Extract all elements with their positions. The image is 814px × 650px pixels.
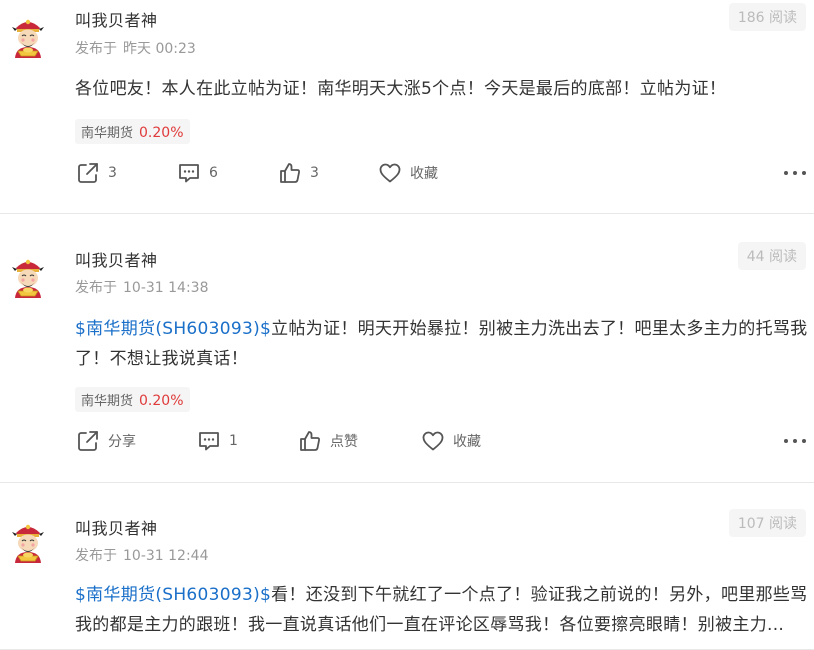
post-meta: 发布于 10-31 12:44 (75, 545, 208, 565)
comment-count: 1 (229, 433, 238, 449)
read-count-badge: 44 阅读 (737, 242, 806, 270)
share-icon (76, 161, 100, 185)
like-button[interactable]: 3 (278, 158, 319, 188)
avatar[interactable] (6, 14, 50, 58)
heart-icon (421, 429, 445, 453)
comment-icon (197, 429, 221, 453)
post-time: 10-31 14:38 (123, 280, 209, 296)
like-icon (278, 161, 302, 185)
post-time: 10-31 12:44 (123, 548, 209, 564)
stock-link[interactable]: $南华期货(SH603093)$ (75, 585, 271, 605)
author-name[interactable]: 叫我贝者神 (75, 7, 158, 31)
post-time: 昨天 00:23 (123, 41, 196, 57)
stock-tag-change: 0.20% (139, 125, 184, 141)
comment-button[interactable]: 6 (177, 158, 218, 188)
author-name[interactable]: 叫我贝者神 (75, 515, 158, 539)
collect-label: 收藏 (453, 434, 481, 450)
post-card: 叫我贝者神 发布于 10-31 12:44 107 阅读 $南华期货(SH6030… (0, 483, 814, 650)
published-label: 发布于 (75, 548, 117, 564)
like-button[interactable]: 点赞 (298, 426, 358, 456)
stock-tag-name: 南华期货 (81, 126, 134, 141)
comment-button[interactable]: 1 (197, 426, 238, 456)
post-text: 各位吧友！本人在此立帖为证！南华明天大涨5个点！今天是最后的底部！立帖为证！ (75, 79, 727, 99)
post-content[interactable]: 各位吧友！本人在此立帖为证！南华明天大涨5个点！今天是最后的底部！立帖为证！ (75, 74, 808, 104)
post-card: 叫我贝者神 发布于 昨天 00:23 186 阅读 各位吧友！本人在此立帖为证！南… (0, 0, 814, 214)
share-button[interactable]: 分享 (76, 426, 136, 456)
author-name[interactable]: 叫我贝者神 (75, 247, 158, 271)
post-actions: 3 6 3 收藏 (0, 158, 814, 188)
post-card: 叫我贝者神 发布于 10-31 14:38 44 阅读 $南华期货(SH60309… (0, 214, 814, 483)
comment-count: 6 (209, 165, 218, 181)
published-label: 发布于 (75, 41, 117, 57)
post-meta: 发布于 昨天 00:23 (75, 38, 196, 58)
like-label: 点赞 (330, 434, 358, 450)
stock-tag-name: 南华期货 (81, 394, 134, 409)
read-count-badge: 107 阅读 (728, 509, 806, 537)
post-content[interactable]: $南华期货(SH603093)$看！还没到下午就红了一个点了！验证我之前说的！另… (75, 580, 808, 640)
stock-link[interactable]: $南华期货(SH603093)$ (75, 319, 271, 339)
share-icon (76, 429, 100, 453)
avatar[interactable] (6, 519, 50, 563)
stock-tag[interactable]: 南华期货 0.20% (75, 387, 190, 412)
like-icon (298, 429, 322, 453)
share-count: 3 (108, 165, 117, 181)
share-button[interactable]: 3 (76, 158, 117, 188)
comment-icon (177, 161, 201, 185)
read-count-badge: 186 阅读 (728, 3, 806, 31)
more-icon[interactable] (784, 430, 806, 452)
published-label: 发布于 (75, 280, 117, 296)
post-actions: 分享 1 点赞 收藏 (0, 426, 814, 456)
post-meta: 发布于 10-31 14:38 (75, 277, 208, 297)
heart-icon (378, 161, 402, 185)
stock-tag-change: 0.20% (139, 393, 184, 409)
collect-label: 收藏 (410, 166, 438, 182)
share-label: 分享 (108, 434, 136, 450)
more-icon[interactable] (784, 162, 806, 184)
like-count: 3 (310, 165, 319, 181)
post-content[interactable]: $南华期货(SH603093)$立帖为证！明天开始暴拉！别被主力洗出去了！吧里太… (75, 314, 808, 374)
avatar[interactable] (6, 254, 50, 298)
collect-button[interactable]: 收藏 (378, 158, 438, 188)
collect-button[interactable]: 收藏 (421, 426, 481, 456)
stock-tag[interactable]: 南华期货 0.20% (75, 119, 190, 144)
